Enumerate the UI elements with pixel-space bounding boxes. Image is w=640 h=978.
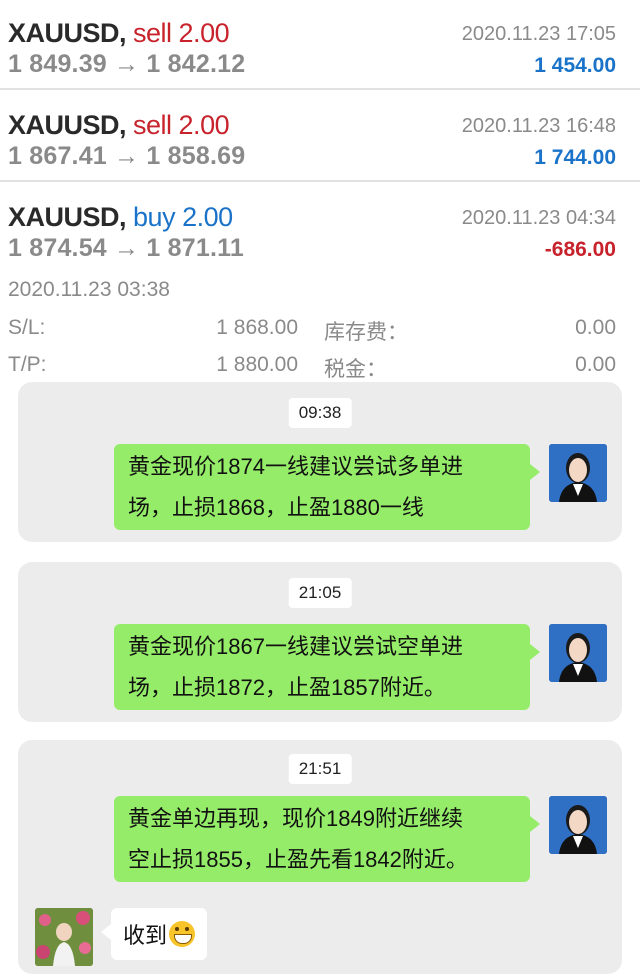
user-photo-icon bbox=[35, 908, 93, 966]
trade-row[interactable]: XAUUSD, buy 2.00 1 874.54 → 1 871.11 202… bbox=[0, 184, 640, 274]
trade-side: sell 2.00 bbox=[133, 18, 230, 48]
message-timestamp: 09:38 bbox=[288, 398, 352, 428]
portrait-icon bbox=[549, 624, 607, 682]
avatar[interactable] bbox=[35, 908, 93, 966]
trade-symbol-line: XAUUSD, buy 2.00 bbox=[8, 202, 233, 233]
trade-side: buy 2.00 bbox=[133, 202, 233, 232]
reply-bubble[interactable]: 收到 bbox=[100, 908, 208, 960]
open-time: 2020.11.23 03:38 bbox=[8, 278, 170, 301]
message-timestamp: 21:51 bbox=[288, 754, 352, 784]
trade-profit: 1 454.00 bbox=[534, 54, 616, 77]
trade-time: 2020.11.23 04:34 bbox=[461, 207, 616, 229]
tax-value: 0.00 bbox=[575, 353, 616, 376]
trade-profit: 1 744.00 bbox=[534, 146, 616, 169]
trade-time: 2020.11.23 16:48 bbox=[461, 115, 616, 137]
reply-text: 收到 bbox=[123, 923, 168, 948]
chat-card: 09:38 黄金现价1874一线建议尝试多单进 场，止损1868，止盈1880一… bbox=[18, 382, 622, 542]
message-line: 黄金现价1867一线建议尝试空单进 bbox=[128, 634, 463, 659]
trade-side: sell 2.00 bbox=[133, 110, 230, 140]
trade-profit: -686.00 bbox=[544, 238, 616, 261]
sl-label: S/L: bbox=[8, 316, 46, 339]
swap-label: 库存费： bbox=[324, 321, 408, 344]
trade-symbol-line: XAUUSD, sell 2.00 bbox=[8, 18, 230, 49]
trade-row[interactable]: XAUUSD, sell 2.00 1 849.39 → 1 842.12 20… bbox=[0, 0, 640, 90]
avatar[interactable] bbox=[549, 624, 607, 682]
trade-prices: 1 874.54 → 1 871.11 bbox=[8, 234, 244, 262]
trade-symbol-line: XAUUSD, sell 2.00 bbox=[8, 110, 230, 141]
swap-value: 0.00 bbox=[575, 316, 616, 339]
tp-label: T/P: bbox=[8, 353, 47, 376]
portrait-icon bbox=[549, 444, 607, 502]
message-line: 场，止损1872，止盈1857附近。 bbox=[128, 675, 446, 700]
chat-card: 21:05 黄金现价1867一线建议尝试空单进 场，止损1872，止盈1857附… bbox=[18, 562, 622, 722]
avatar[interactable] bbox=[549, 444, 607, 502]
message-bubble[interactable]: 黄金现价1867一线建议尝试空单进 场，止损1872，止盈1857附近。 bbox=[114, 624, 540, 710]
message-line: 场，止损1868，止盈1880一线 bbox=[128, 495, 424, 520]
trade-symbol: XAUUSD, bbox=[8, 202, 127, 232]
message-bubble[interactable]: 黄金单边再现，现价1849附近继续 空止损1855，止盈先看1842附近。 bbox=[114, 796, 540, 882]
trade-prices: 1 849.39 → 1 842.12 bbox=[8, 50, 246, 78]
sl-value: 1 868.00 bbox=[216, 316, 298, 339]
portrait-icon bbox=[549, 796, 607, 854]
message-bubble[interactable]: 黄金现价1874一线建议尝试多单进 场，止损1868，止盈1880一线 bbox=[114, 444, 540, 530]
tp-value: 1 880.00 bbox=[216, 353, 298, 376]
message-line: 空止损1855，止盈先看1842附近。 bbox=[128, 847, 468, 872]
trade-symbol: XAUUSD, bbox=[8, 18, 127, 48]
trade-symbol: XAUUSD, bbox=[8, 110, 127, 140]
trade-row[interactable]: XAUUSD, sell 2.00 1 867.41 → 1 858.69 20… bbox=[0, 92, 640, 182]
message-line: 黄金现价1874一线建议尝试多单进 bbox=[128, 454, 463, 479]
avatar[interactable] bbox=[549, 796, 607, 854]
grinning-face-icon bbox=[169, 921, 196, 947]
trade-detail: 2020.11.23 03:38 S/L: 1 868.00 库存费： 0.00… bbox=[0, 270, 640, 381]
trade-prices: 1 867.41 → 1 858.69 bbox=[8, 142, 246, 170]
message-timestamp: 21:05 bbox=[288, 578, 352, 608]
message-line: 黄金单边再现，现价1849附近继续 bbox=[128, 806, 463, 831]
trade-time: 2020.11.23 17:05 bbox=[461, 23, 616, 45]
tax-label: 税金： bbox=[324, 358, 387, 381]
